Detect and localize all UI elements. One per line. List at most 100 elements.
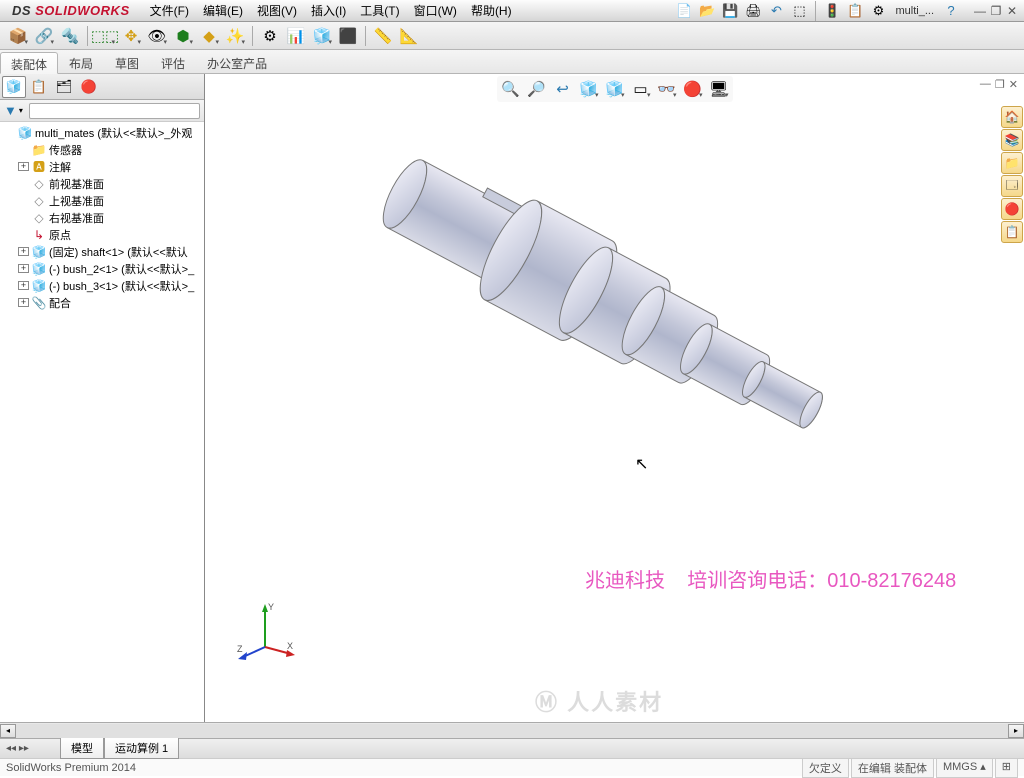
tree-root-assembly[interactable]: 🧊multi_mates (默认<<默认>_外观 <box>0 124 204 141</box>
linear-pattern-button[interactable]: ⬚⬚ <box>93 25 117 47</box>
display-style-button[interactable]: ▭ <box>629 78 653 100</box>
smart-fasteners-button[interactable]: 🔩 <box>58 25 82 47</box>
svg-text:Y: Y <box>268 602 274 612</box>
horizontal-scrollbar[interactable]: ◂ ▸ <box>0 722 1024 738</box>
close-button[interactable]: ✕ <box>1004 4 1020 18</box>
heads-up-toolbar: 🔍 🔎 ↩ 🧊 🧊 ▭ 👓 🔴 🖥 <box>497 76 733 102</box>
dimxpert-tab[interactable]: 🔴 <box>77 76 101 98</box>
vp-close[interactable]: ✕ <box>1009 78 1018 91</box>
assembly-features-button[interactable]: ⬢ <box>171 25 195 47</box>
filter-icon[interactable]: ▼ <box>4 103 17 118</box>
bom-button[interactable]: ⚙ <box>258 25 282 47</box>
tree-sensors[interactable]: 📁传感器 <box>0 141 204 158</box>
scroll-right-button[interactable]: ▸ <box>1008 724 1024 738</box>
tree-part-bush2[interactable]: +🧊(-) bush_2<1> (默认<<默认>_ <box>0 260 204 277</box>
settings-button[interactable]: ⚙ <box>868 2 888 20</box>
menu-edit[interactable]: 编辑(E) <box>197 0 249 21</box>
motion-tabs: ◂◂ ▸▸ 模型 运动算例 1 <box>0 738 1024 758</box>
tab-layout[interactable]: 布局 <box>58 51 104 73</box>
tree-filter-bar: ▼ ▾ <box>0 100 204 122</box>
move-component-button[interactable]: ✥ <box>119 25 143 47</box>
hide-show-button[interactable]: 👓 <box>655 78 679 100</box>
prev-view-button[interactable]: ↩ <box>551 78 575 100</box>
tree-part-bush3[interactable]: +🧊(-) bush_3<1> (默认<<默认>_ <box>0 277 204 294</box>
filter-dropdown-icon[interactable]: ▾ <box>19 106 23 115</box>
tree-part-shaft[interactable]: +🧊(固定) shaft<1> (默认<<默认 <box>0 243 204 260</box>
scroll-left-button[interactable]: ◂ <box>0 724 16 738</box>
tab-evaluate[interactable]: 评估 <box>150 51 196 73</box>
tab-sketch[interactable]: 草图 <box>104 51 150 73</box>
status-bar: SolidWorks Premium 2014 欠定义 在编辑 装配体 MMGS… <box>0 758 1024 776</box>
zoom-area-button[interactable]: 🔎 <box>525 78 549 100</box>
view-triad[interactable]: Y X Z <box>235 602 295 662</box>
rebuild-button[interactable]: 🚦 <box>822 2 842 20</box>
tp-resources[interactable]: 🏠 <box>1001 106 1023 128</box>
section-view-button[interactable]: 🧊 <box>577 78 601 100</box>
tab-model[interactable]: 模型 <box>60 738 104 759</box>
menu-view[interactable]: 视图(V) <box>251 0 303 21</box>
mate-button[interactable]: 🔗 <box>32 25 56 47</box>
help-button[interactable]: ? <box>941 2 961 20</box>
appearance-button[interactable]: 🔴 <box>681 78 705 100</box>
instant3d-button[interactable]: 🧊 <box>310 25 334 47</box>
vp-minimize[interactable]: — <box>980 78 991 91</box>
menu-insert[interactable]: 插入(I) <box>305 0 352 21</box>
config-manager-tab[interactable]: 🗂 <box>52 76 76 98</box>
graphics-viewport[interactable]: 🔍 🔎 ↩ 🧊 🧊 ▭ 👓 🔴 🖥 — ❐ ✕ <box>205 74 1024 722</box>
insert-component-button[interactable]: 📦 <box>6 25 30 47</box>
tp-file-explorer[interactable]: 📁 <box>1001 152 1023 174</box>
tree-right-plane[interactable]: ◇右视基准面 <box>0 209 204 226</box>
tree-top-plane[interactable]: ◇上视基准面 <box>0 192 204 209</box>
tree-mates[interactable]: +📎配合 <box>0 294 204 311</box>
tree-annotations[interactable]: +🅰注解 <box>0 158 204 175</box>
tab-motion-study[interactable]: 运动算例 1 <box>104 738 179 759</box>
menu-tools[interactable]: 工具(T) <box>354 0 405 21</box>
scene-button[interactable]: 🖥 <box>707 78 731 100</box>
minimize-button[interactable]: — <box>972 4 988 18</box>
viewport-window-controls: — ❐ ✕ <box>980 78 1018 91</box>
feature-tree: 🧊multi_mates (默认<<默认>_外观 📁传感器 +🅰注解 ◇前视基准… <box>0 122 204 722</box>
tab-office[interactable]: 办公室产品 <box>196 51 278 73</box>
new-motion-button[interactable]: ✨ <box>223 25 247 47</box>
model-shaft <box>345 154 905 574</box>
vp-restore[interactable]: ❐ <box>995 78 1005 91</box>
menu-file[interactable]: 文件(F) <box>144 0 195 21</box>
view-orientation-button[interactable]: 🧊 <box>603 78 627 100</box>
print-button[interactable]: 🖨 <box>743 2 763 20</box>
main-toolbar: 📦 🔗 🔩 ⬚⬚ ✥ 👁 ⬢ ◆ ✨ ⚙ 📊 🧊 ⬛ 📏 📐 <box>0 22 1024 50</box>
property-manager-tab[interactable]: 📋 <box>27 76 51 98</box>
mass-props-button[interactable]: 📐 <box>397 25 421 47</box>
exploded-view-button[interactable]: 📊 <box>284 25 308 47</box>
tp-appearances[interactable]: 🔴 <box>1001 198 1023 220</box>
save-button[interactable]: 💾 <box>720 2 740 20</box>
watermark-text: 兆迪科技 培训咨询电话：010-82176248 <box>585 564 956 593</box>
tree-origin[interactable]: ↳原点 <box>0 226 204 243</box>
tab-assembly[interactable]: 装配体 <box>0 52 58 74</box>
show-hidden-button[interactable]: 👁 <box>145 25 169 47</box>
new-doc-button[interactable]: 📄 <box>674 2 694 20</box>
open-doc-button[interactable]: 📂 <box>697 2 717 20</box>
panel-tabs: 🧊 📋 🗂 🔴 <box>0 74 204 100</box>
watermark-logo: Ⓜ 人人素材 <box>535 685 663 717</box>
cursor-icon: ↖ <box>635 454 648 474</box>
select-button[interactable]: ⬚ <box>789 2 809 20</box>
menu-window[interactable]: 窗口(W) <box>408 0 463 21</box>
document-tab[interactable]: multi_... <box>891 4 938 18</box>
undo-button[interactable]: ↶ <box>766 2 786 20</box>
filter-input[interactable] <box>29 103 200 119</box>
tp-view-palette[interactable]: 🗔 <box>1001 175 1023 197</box>
command-manager-tabs: 装配体 布局 草图 评估 办公室产品 <box>0 50 1024 74</box>
restore-button[interactable]: ❐ <box>988 4 1004 18</box>
tree-front-plane[interactable]: ◇前视基准面 <box>0 175 204 192</box>
tp-design-library[interactable]: 📚 <box>1001 129 1023 151</box>
measure-button[interactable]: 📏 <box>371 25 395 47</box>
reference-geom-button[interactable]: ◆ <box>197 25 221 47</box>
zoom-fit-button[interactable]: 🔍 <box>499 78 523 100</box>
main-area: 🧊 📋 🗂 🔴 ▼ ▾ 🧊multi_mates (默认<<默认>_外观 📁传感… <box>0 74 1024 722</box>
scroll-track[interactable] <box>16 724 1008 738</box>
feature-tree-tab[interactable]: 🧊 <box>2 76 26 98</box>
tp-custom-props[interactable]: 📋 <box>1001 221 1023 243</box>
interference-button[interactable]: ⬛ <box>336 25 360 47</box>
options-button[interactable]: 📋 <box>845 2 865 20</box>
menu-help[interactable]: 帮助(H) <box>465 0 518 21</box>
